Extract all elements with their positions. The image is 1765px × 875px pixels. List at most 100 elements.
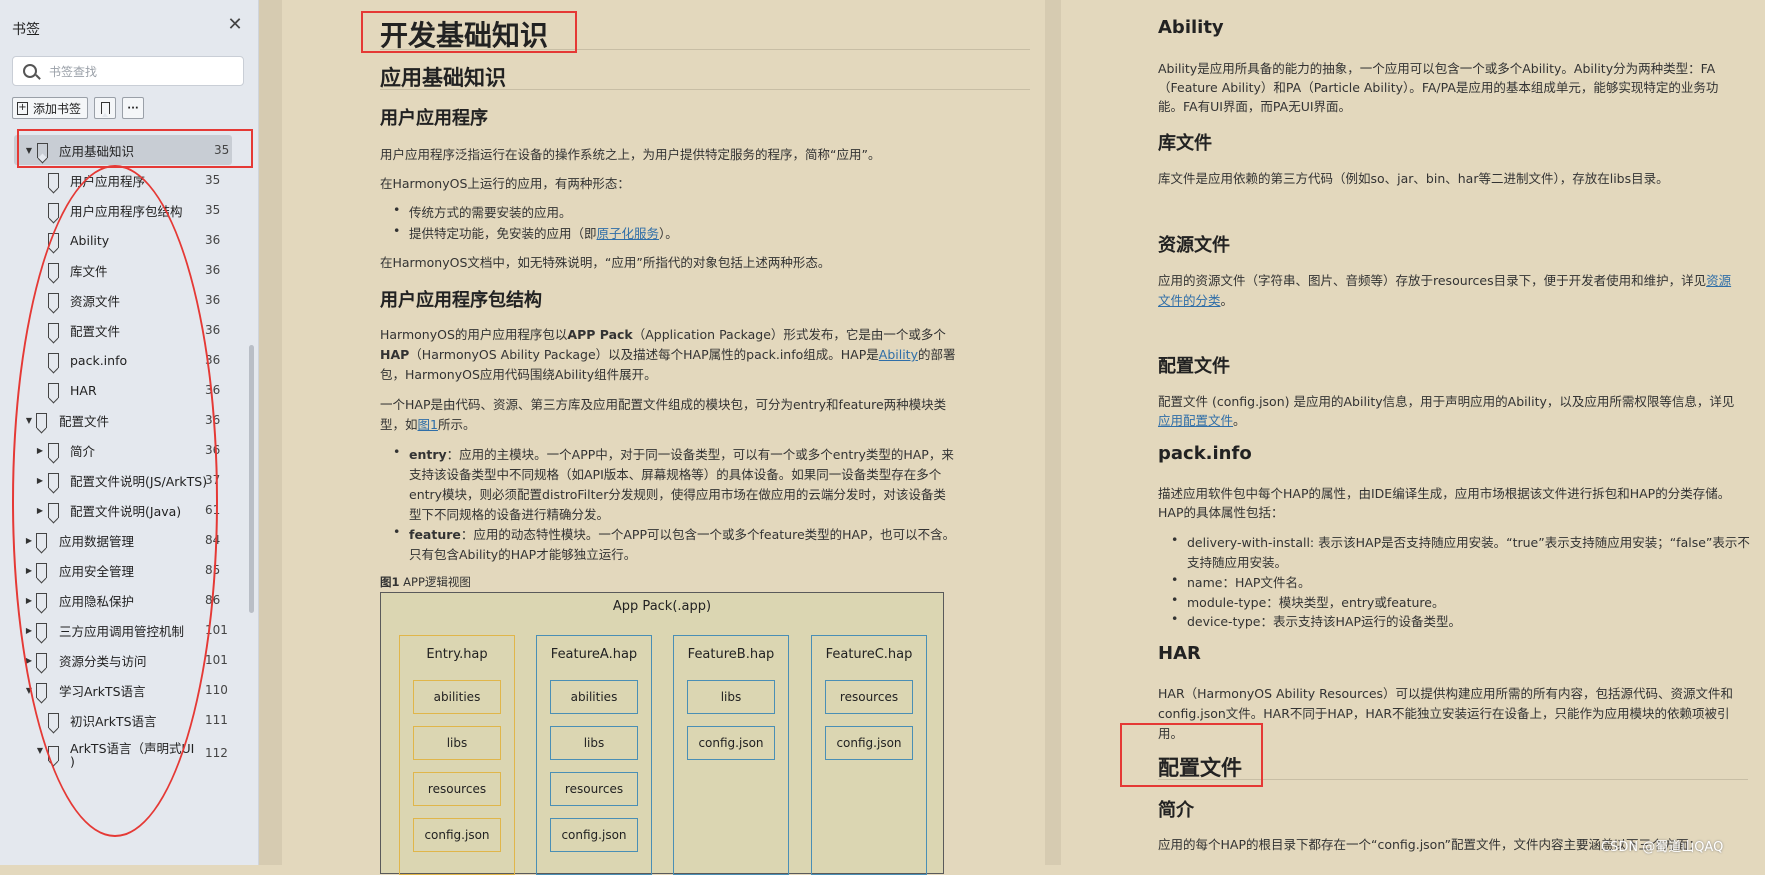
collapse-arrow-icon[interactable]: ▼: [24, 686, 34, 695]
hap-name: FeatureC.hap: [825, 647, 913, 662]
link-figure-1[interactable]: 图1: [418, 417, 438, 432]
text: HarmonyOS的用户应用程序包以: [380, 327, 568, 342]
tree-item-17[interactable]: ▶ 资源分类与访问 101: [0, 645, 250, 675]
paragraph: HAP的具体属性包括：: [1158, 505, 1284, 520]
expand-arrow-icon[interactable]: ▶: [24, 536, 34, 545]
text: 的部署: [917, 347, 956, 362]
tree-item-0[interactable]: ▼ 应用基础知识 35: [14, 135, 232, 165]
bullet-item: device-type：表示支持该HAP运行的设备类型。: [1171, 611, 1461, 630]
page-number: 84: [205, 533, 221, 547]
tree-item-3[interactable]: Ability 36: [0, 225, 250, 255]
hap-cell: abilities: [413, 680, 501, 714]
tree-item-label: HAR: [70, 382, 97, 398]
page-gutter: [1045, 0, 1061, 865]
tree-item-1[interactable]: 用户应用程序 35: [0, 165, 250, 195]
bullet-item: feature：应用的动态特性模块。一个APP可以包含一个或多个feature类…: [393, 524, 956, 543]
bookmark-icon: [48, 233, 59, 248]
collapse-arrow-icon[interactable]: ▼: [24, 146, 34, 155]
tree-item-8[interactable]: HAR 36: [0, 375, 250, 405]
collapse-arrow-icon[interactable]: ▼: [24, 416, 34, 425]
figure-number: 图1: [380, 575, 400, 589]
tree-item-6[interactable]: 配置文件 36: [0, 315, 250, 345]
link-app-config[interactable]: 应用配置文件: [1158, 413, 1233, 428]
more-button[interactable]: ···: [122, 97, 144, 119]
expand-arrow-icon[interactable]: ▶: [35, 506, 45, 515]
page-number: 110: [205, 683, 228, 697]
text-line: entry模块，则必须配置distroFilter分发规则，使得应用市场在做应用…: [409, 487, 946, 502]
add-bookmark-button[interactable]: + 添加书签: [12, 97, 88, 119]
paragraph: 应用的资源文件（字符串、图片、音频等）存放于resources目录下，便于开发者…: [1158, 270, 1731, 289]
tree-item-label: 三方应用调用管控机制: [59, 623, 185, 639]
tree-item-9[interactable]: ▼ 配置文件 36: [0, 405, 250, 435]
tree-item-16[interactable]: ▶ 三方应用调用管控机制 101: [0, 615, 250, 645]
text: ：应用的动态特性模块。一个APP可以包含一个或多个feature类型的HAP，也…: [460, 527, 956, 542]
bold-text: HAP: [380, 347, 410, 362]
tree-item-11[interactable]: ▶ 配置文件说明(JS/ArkTS) 37: [0, 465, 250, 495]
tree-item-20[interactable]: ▼ ArkTS语言（声明式UI ) 112: [0, 735, 250, 771]
figure-title: APP逻辑视图: [403, 575, 471, 589]
bold-text: feature: [409, 527, 461, 542]
tree-item-19[interactable]: 初识ArkTS语言 111: [0, 705, 250, 735]
bookmark-icon: [48, 263, 59, 278]
hap-cell: config.json: [825, 726, 913, 760]
sidebar-scrollbar[interactable]: [249, 345, 254, 613]
tree-item-15[interactable]: ▶ 应用隐私保护 86: [0, 585, 250, 615]
entry-hap-box: Entry.hap abilities libs resources confi…: [399, 635, 515, 875]
search-icon: [23, 64, 37, 78]
paragraph: 用户应用程序泛指运行在设备的操作系统之上，为用户提供特定服务的程序，简称“应用”…: [380, 147, 881, 162]
tree-item-13[interactable]: ▶ 应用数据管理 84: [0, 525, 250, 555]
divider: [380, 89, 1030, 90]
bookmark-search[interactable]: [12, 56, 244, 86]
close-icon[interactable]: ✕: [225, 14, 245, 35]
text: （HarmonyOS Ability Package）以及描述每个HAP属性的p…: [409, 347, 879, 362]
tree-item-12[interactable]: ▶ 配置文件说明(Java) 61: [0, 495, 250, 525]
bookmark-toggle-button[interactable]: [94, 97, 116, 119]
section-heading: 配置文件: [1158, 756, 1242, 780]
link-atomic-service[interactable]: 原子化服务: [597, 226, 660, 241]
paragraph: HAR（HarmonyOS Ability Resources）可以提供构建应用…: [1158, 686, 1734, 701]
bookmark-sidebar: 书签 ✕ + 添加书签 ··· ▼ 应用基础知识 35 用户应用程序 35 用户…: [0, 0, 259, 865]
hap-name: Entry.hap: [426, 647, 488, 662]
bookmark-icon: [100, 102, 110, 117]
tree-item-7[interactable]: pack.info 36: [0, 345, 250, 375]
featureb-hap-box: FeatureB.hap libs config.json: [673, 635, 789, 875]
section-heading: 库文件: [1158, 133, 1212, 154]
expand-arrow-icon[interactable]: ▶: [35, 446, 45, 455]
hap-cell: resources: [413, 772, 501, 806]
search-input[interactable]: [47, 61, 241, 83]
paragraph: （Feature Ability）和PA（Particle Ability）。F…: [1158, 80, 1719, 95]
subsection-heading: 简介: [1158, 800, 1194, 821]
paragraph: 在HarmonyOS文档中，如无特殊说明，“应用”所指代的对象包括上述两种形态。: [380, 255, 831, 270]
section-heading: 应用基础知识: [380, 66, 506, 90]
tree-item-10[interactable]: ▶ 简介 36: [0, 435, 250, 465]
page-heading: 开发基础知识: [380, 19, 549, 52]
section-heading: 配置文件: [1158, 356, 1230, 377]
expand-arrow-icon[interactable]: ▶: [24, 626, 34, 635]
bookmark-icon: [36, 413, 47, 428]
hap-cell: libs: [687, 680, 775, 714]
expand-arrow-icon[interactable]: ▶: [24, 596, 34, 605]
tree-item-label: 初识ArkTS语言: [70, 713, 157, 729]
paragraph: 描述应用软件包中每个HAP的属性，由IDE编译生成，应用市场根据该文件进行拆包和…: [1158, 486, 1731, 501]
expand-arrow-icon[interactable]: ▶: [35, 476, 45, 485]
tree-item-label: 应用基础知识: [59, 143, 135, 159]
expand-arrow-icon[interactable]: ▶: [24, 566, 34, 575]
paragraph: 配置文件 (config.json) 是应用的Ability信息，用于声明应用的…: [1158, 394, 1735, 409]
link-resource-types[interactable]: 文件的分类: [1158, 293, 1221, 308]
sidebar-title: 书签: [12, 22, 40, 38]
expand-arrow-icon[interactable]: ▶: [24, 656, 34, 665]
link-ability[interactable]: Ability: [879, 347, 918, 362]
tree-item-2[interactable]: 用户应用程序包结构 35: [0, 195, 250, 225]
link-resource-types[interactable]: 资源: [1706, 273, 1731, 288]
text-line: 支持该设备类型中不同规格（如API版本、屏幕规格等）的具体设备。如果同一设备类型…: [409, 467, 942, 482]
tree-item-14[interactable]: ▶ 应用安全管理 85: [0, 555, 250, 585]
tree-item-4[interactable]: 库文件 36: [0, 255, 250, 285]
page-number: 112: [205, 746, 228, 760]
watermark: CSDN @蜀道山QAQ: [1601, 840, 1724, 855]
subsection-heading: 用户应用程序包结构: [380, 290, 542, 311]
tree-item-18[interactable]: ▼ 学习ArkTS语言 110: [0, 675, 250, 705]
tree-item-5[interactable]: 资源文件 36: [0, 285, 250, 315]
text-line: 支持随应用安装。: [1187, 555, 1288, 570]
hap-cell: resources: [550, 772, 638, 806]
collapse-arrow-icon[interactable]: ▼: [35, 746, 45, 755]
